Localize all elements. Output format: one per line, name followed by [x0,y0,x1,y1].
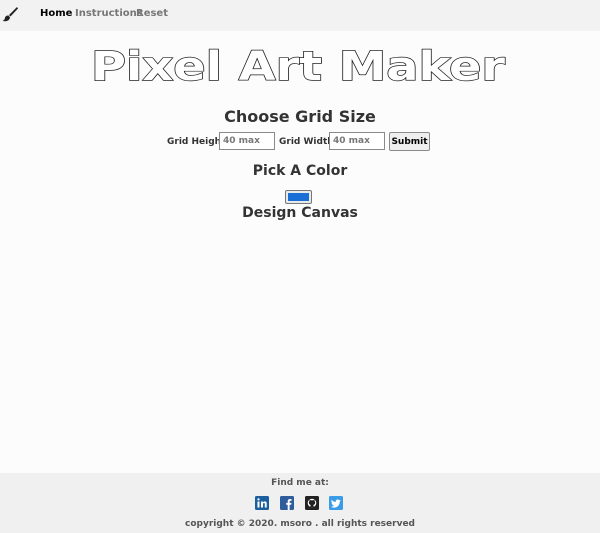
design-canvas-heading: Design Canvas [242,205,358,221]
copyright-text: copyright © 2020. msoro . all rights res… [185,519,415,529]
page-title: Pixel Art Maker [90,43,506,90]
color-picker[interactable] [285,190,312,204]
navbar: Home Instructions Reset [0,0,600,31]
nav-home[interactable]: Home [40,8,72,19]
grid-height-input[interactable] [219,132,275,150]
grid-width-input[interactable] [329,132,385,150]
pick-color-heading: Pick A Color [252,163,348,179]
design-canvas[interactable] [0,228,600,473]
nav-instructions[interactable]: Instructions [75,8,143,19]
facebook-icon[interactable] [280,496,294,510]
paintbrush-icon[interactable] [2,6,18,22]
page-title-wrap: Pixel Art Maker [88,42,508,90]
twitter-icon[interactable] [329,496,343,510]
nav-reset[interactable]: Reset [136,8,168,19]
submit-button[interactable]: Submit [389,132,430,151]
page-title-text: Pixel Art Maker [91,44,505,90]
color-swatch [288,193,309,201]
grid-size-heading: Choose Grid Size [224,107,376,126]
linkedin-icon[interactable] [255,496,269,510]
grid-size-form: Grid Height: Grid Width: Submit [0,132,600,154]
find-me-label: Find me at: [271,478,329,488]
footer: Find me at: copyright © 2020. msoro . al… [0,473,600,533]
github-icon[interactable] [305,496,319,510]
